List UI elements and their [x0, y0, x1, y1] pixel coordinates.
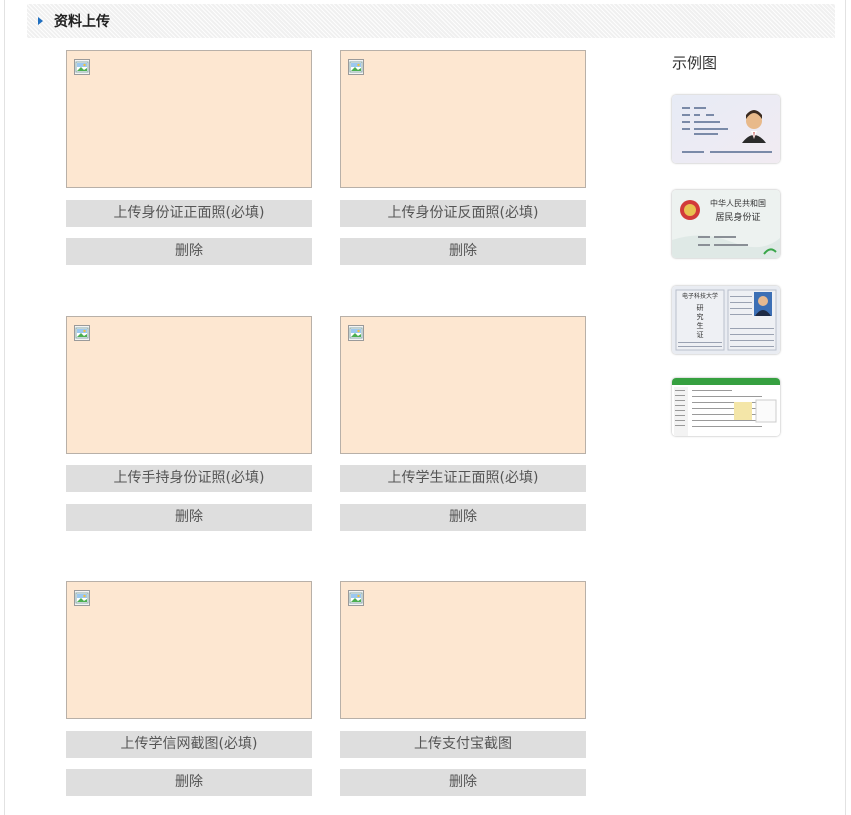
upload-preview-chsi-screenshot[interactable]	[66, 581, 312, 719]
sample-student-card-char-2: 生	[697, 321, 704, 330]
delete-handheld-id-button[interactable]: 删除	[66, 504, 312, 531]
sample-student-card-thumbnail[interactable]: 电子科技大学 研 究 生 证	[672, 286, 780, 354]
upload-preview-student-card[interactable]	[340, 316, 586, 454]
sample-images-title: 示例图	[672, 54, 718, 72]
upload-preview-id-front[interactable]	[66, 50, 312, 188]
broken-image-icon	[74, 590, 90, 606]
upload-handheld-id-button[interactable]: 上传手持身份证照(必填)	[66, 465, 312, 492]
sample-student-card-char-1: 究	[697, 312, 704, 321]
upload-id-front-button[interactable]: 上传身份证正面照(必填)	[66, 200, 312, 227]
delete-student-card-button[interactable]: 删除	[340, 504, 586, 531]
broken-image-icon	[74, 59, 90, 75]
upload-student-card-button[interactable]: 上传学生证正面照(必填)	[340, 465, 586, 492]
upload-chsi-screenshot-button[interactable]: 上传学信网截图(必填)	[66, 731, 312, 758]
sample-student-card-char-0: 研	[697, 304, 704, 312]
delete-alipay-screenshot-button[interactable]: 删除	[340, 769, 586, 796]
broken-image-icon	[74, 325, 90, 341]
broken-image-icon	[348, 59, 364, 75]
upload-id-back-button[interactable]: 上传身份证反面照(必填)	[340, 200, 586, 227]
sample-id-back-line2: 居民身份证	[715, 211, 760, 223]
section-title: 资料上传	[54, 14, 110, 30]
sample-student-card-char-3: 证	[697, 331, 704, 339]
broken-image-icon	[348, 325, 364, 341]
delete-id-front-button[interactable]: 删除	[66, 238, 312, 265]
upload-preview-id-back[interactable]	[340, 50, 586, 188]
delete-id-back-button[interactable]: 删除	[340, 238, 586, 265]
sample-id-front-thumbnail[interactable]	[672, 95, 780, 163]
delete-chsi-screenshot-button[interactable]: 删除	[66, 769, 312, 796]
upload-preview-alipay-screenshot[interactable]	[340, 581, 586, 719]
section-header: 资料上传	[27, 4, 835, 38]
broken-image-icon	[348, 590, 364, 606]
sample-id-back-line1: 中华人民共和国	[710, 198, 766, 208]
page-frame: 资料上传 上传身份证正面照(必填) 删除 上传身份证反面照(必填) 删除 上传手…	[4, 0, 846, 815]
upload-preview-handheld-id[interactable]	[66, 316, 312, 454]
triangle-right-icon	[38, 17, 43, 25]
sample-student-card-school: 电子科技大学	[682, 292, 718, 300]
upload-alipay-screenshot-button[interactable]: 上传支付宝截图	[340, 731, 586, 758]
sample-website-screenshot-thumbnail[interactable]	[672, 378, 780, 436]
sample-id-back-thumbnail[interactable]: 中华人民共和国 居民身份证	[672, 190, 780, 258]
